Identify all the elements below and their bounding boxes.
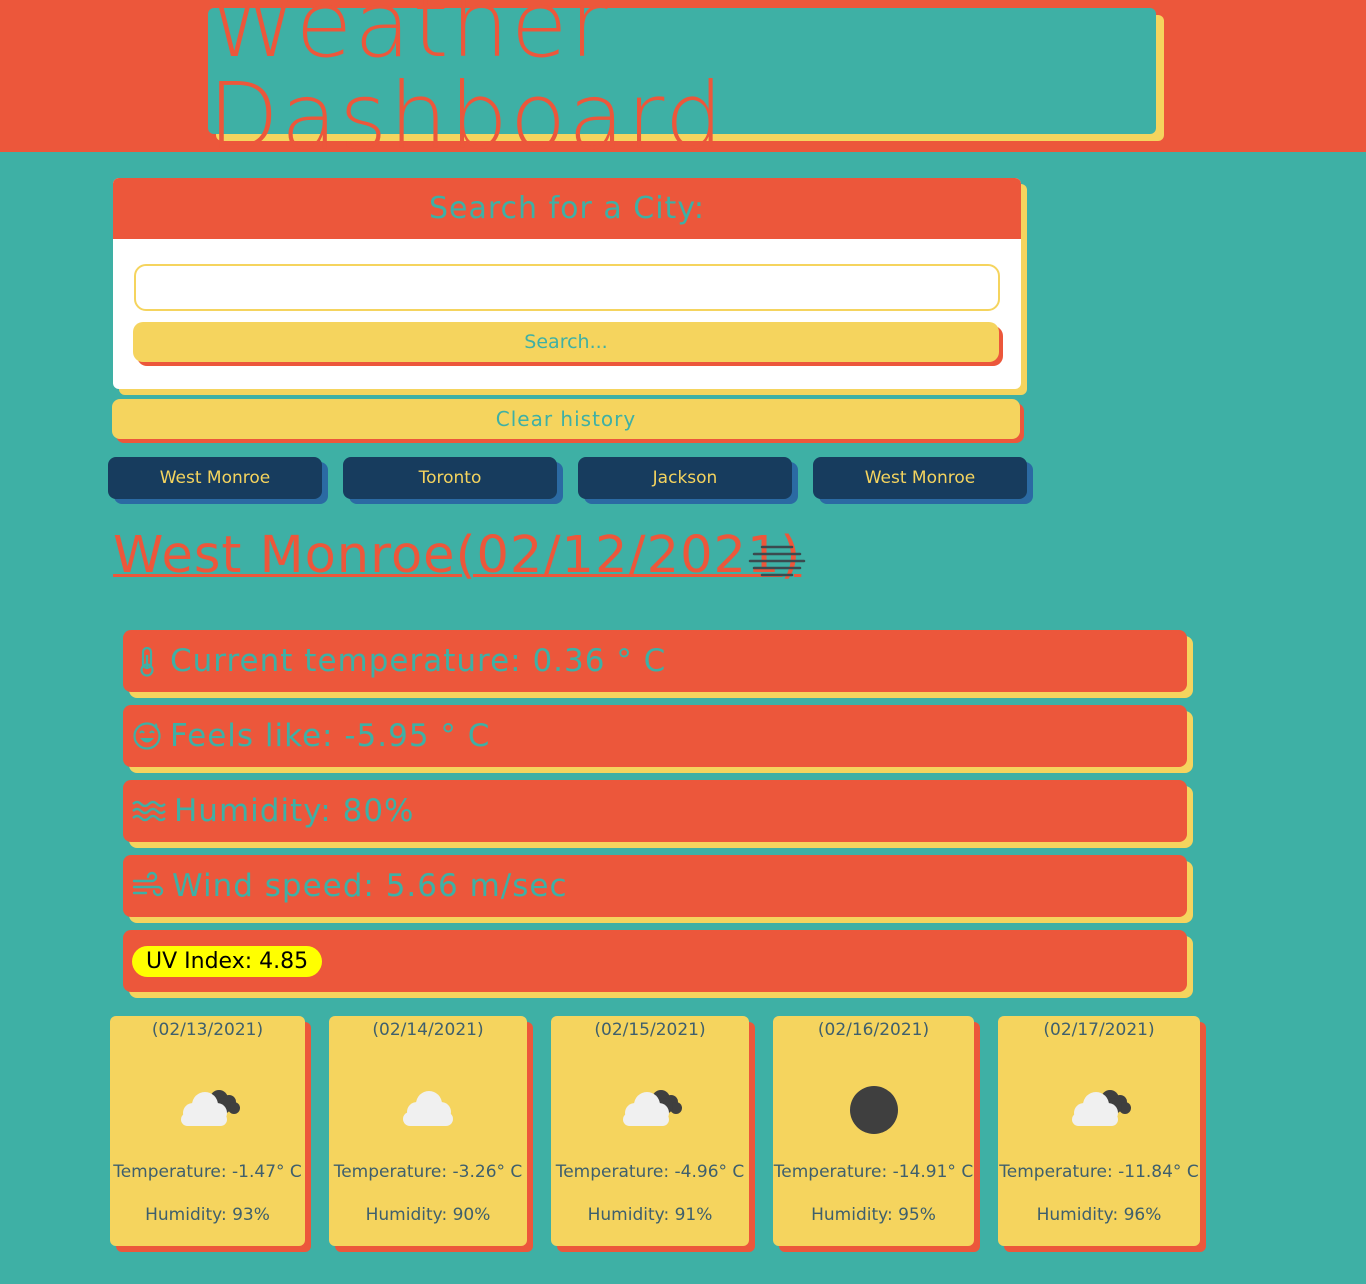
history-item-west-monroe-2[interactable]: West Monroe [813, 457, 1027, 499]
forecast-humidity: Humidity: 93% [145, 1205, 270, 1225]
forecast-date: (02/13/2021) [151, 1020, 264, 1040]
history-item-jackson[interactable]: Jackson [578, 457, 792, 499]
partly-cloudy-night-icon [1072, 1090, 1131, 1126]
search-card: Search for a City: Search... [113, 178, 1021, 389]
forecast-temperature: Temperature: -4.96° C [555, 1162, 745, 1182]
title-box: Weather Dashboard [208, 0, 1156, 163]
partly-cloudy-night-icon [623, 1090, 682, 1126]
search-button[interactable]: Search... [133, 322, 999, 362]
thermometer-icon [140, 646, 154, 677]
forecast-card: (02/17/2021) Temperature: -11.84° C Humi… [998, 1016, 1200, 1246]
city-search-input[interactable] [134, 264, 1000, 311]
forecast-date: (02/15/2021) [594, 1020, 706, 1040]
header-bar: Weather Dashboard [0, 0, 1366, 163]
history-item-west-monroe[interactable]: West Monroe [108, 457, 322, 499]
forecast-humidity: Humidity: 95% [811, 1205, 936, 1225]
water-waves-icon [132, 800, 166, 822]
forecast-date: (02/14/2021) [372, 1020, 484, 1040]
forecast-card: (02/16/2021) Temperature: -14.91° C Humi… [773, 1016, 974, 1246]
clear-history-button[interactable]: Clear history [112, 399, 1020, 439]
wind-speed-row: Wind speed: 5.66 m/sec [123, 855, 1187, 917]
search-heading: Search for a City: [113, 178, 1021, 239]
current-city-heading: West Monroe(02/12/2021) [113, 526, 801, 585]
city-name: West Monroe [113, 526, 456, 585]
forecast-temperature: Temperature: -14.91° C [773, 1162, 974, 1182]
forecast-card: (02/14/2021) Temperature: -3.26° C Humid… [329, 1016, 527, 1246]
forecast-humidity: Humidity: 90% [365, 1205, 491, 1225]
uv-index-badge: UV Index: 4.85 [132, 945, 323, 977]
forecast-temperature: Temperature: -1.47° C [113, 1162, 302, 1182]
feels-like-row: Feels like: -5.95 ° C [123, 705, 1187, 767]
current-temperature-text: Current temperature: 0.36 ° C [170, 643, 667, 679]
feels-like-text: Feels like: -5.95 ° C [170, 718, 491, 754]
smile-sweat-icon [133, 722, 161, 750]
uv-index-row: UV Index: 4.85 [123, 930, 1187, 992]
forecast-temperature: Temperature: -3.26° C [333, 1162, 523, 1182]
page-title: Weather Dashboard [208, 0, 726, 170]
current-temperature-row: Current temperature: 0.36 ° C [123, 630, 1187, 692]
forecast-card: (02/13/2021) Temperature: -1.47° C Humid… [110, 1016, 305, 1246]
wind-speed-text: Wind speed: 5.66 m/sec [172, 868, 568, 904]
humidity-row: Humidity: 80% [123, 780, 1187, 842]
humidity-text: Humidity: 80% [174, 793, 415, 829]
forecast-date: (02/16/2021) [817, 1020, 930, 1040]
mist-icon [748, 545, 806, 577]
forecast-humidity: Humidity: 96% [1036, 1205, 1162, 1225]
forecast-humidity: Humidity: 91% [587, 1205, 713, 1225]
cloud-icon [403, 1091, 453, 1126]
forecast-card: (02/15/2021) Temperature: -4.96° C Humid… [551, 1016, 749, 1246]
forecast-date: (02/17/2021) [1043, 1020, 1155, 1040]
forecast-temperature: Temperature: -11.84° C [999, 1162, 1199, 1182]
wind-icon [132, 871, 164, 897]
history-item-toronto[interactable]: Toronto [343, 457, 557, 499]
partly-cloudy-night-icon [180, 1090, 240, 1126]
clear-night-icon [849, 1086, 898, 1134]
